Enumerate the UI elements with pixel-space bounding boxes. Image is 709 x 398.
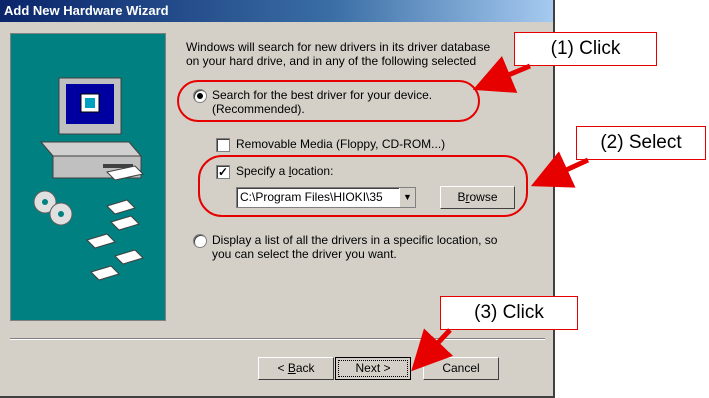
display-list-radio[interactable] xyxy=(193,234,207,248)
cancel-button[interactable]: Cancel xyxy=(423,357,499,380)
removable-media-checkbox[interactable] xyxy=(216,138,230,152)
back-button[interactable]: < Back xyxy=(258,357,334,380)
intro-text: Windows will search for new drivers in i… xyxy=(186,40,491,68)
display-list-label[interactable]: Display a list of all the drivers in a s… xyxy=(212,233,532,261)
callout-step3: (3) Click xyxy=(440,296,578,330)
highlight-oval-location xyxy=(198,155,528,217)
computer-and-disks-icon xyxy=(33,77,145,281)
highlight-oval-search xyxy=(177,80,480,122)
next-button[interactable]: Next > xyxy=(335,357,411,380)
window-title: Add New Hardware Wizard xyxy=(0,0,553,22)
callout-step1: (1) Click xyxy=(514,32,657,66)
removable-media-label[interactable]: Removable Media (Floppy, CD-ROM...) xyxy=(236,137,445,151)
wizard-illustration xyxy=(10,33,166,321)
footer-divider xyxy=(10,338,545,340)
callout-step2: (2) Select xyxy=(576,126,706,160)
